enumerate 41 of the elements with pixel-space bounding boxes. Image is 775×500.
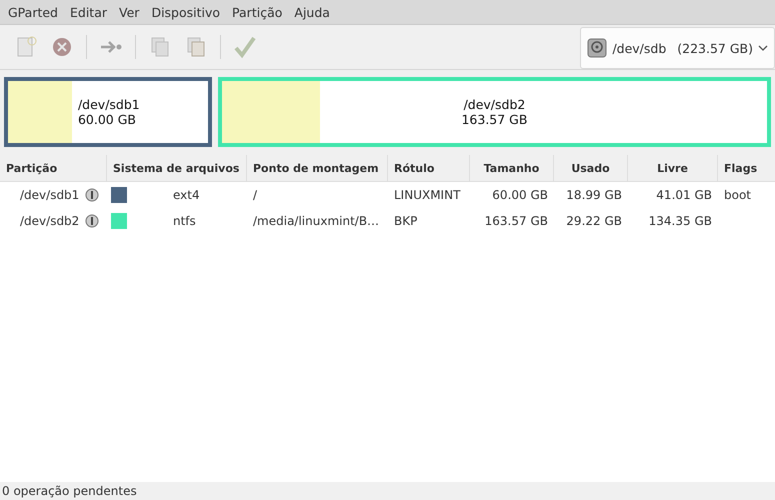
table-cell-text: /media/linuxmint/B…: [252, 214, 380, 228]
lock-icon: [85, 214, 100, 228]
partition-block[interactable]: /dev/sdb2 163.57 GB: [218, 77, 771, 147]
delete-icon: [50, 35, 74, 59]
column-header[interactable]: Ponto de montagem: [247, 155, 388, 181]
partition-name: /dev/sdb2: [464, 97, 526, 112]
caret-icon: [758, 44, 768, 52]
table-cell: boot: [724, 188, 752, 202]
menu-item[interactable]: GParted: [2, 4, 64, 20]
partition-size: 163.57 GB: [461, 112, 528, 127]
menu-item[interactable]: Ver: [113, 4, 146, 20]
partition-size: 60.00 GB: [78, 112, 137, 127]
table-cell-text: /: [252, 188, 258, 202]
table-cell-text: 18.99 GB: [565, 188, 623, 202]
menu-item[interactable]: Partição: [226, 4, 288, 20]
partition-name: /dev/sdb1: [78, 97, 141, 112]
checkmark-icon: [233, 35, 257, 59]
column-header[interactable]: Sistema de arquivos: [107, 155, 247, 181]
lock-icon: [85, 188, 100, 202]
column-header[interactable]: Usado: [554, 155, 628, 181]
table-cell: /dev/sdb2: [20, 214, 80, 228]
column-header[interactable]: Flags: [718, 155, 775, 181]
menu-item[interactable]: Dispositivo: [145, 4, 226, 20]
table-cell: /dev/sdb1: [20, 188, 80, 202]
device-selector[interactable]: /dev/sdb (223.57 GB): [580, 27, 775, 69]
column-header[interactable]: Partição: [0, 155, 107, 181]
table-cell-text: 134.35 GB: [648, 214, 713, 228]
table-cell: ntfs: [173, 214, 196, 228]
menu-item[interactable]: Ajuda: [288, 4, 336, 20]
menu-item[interactable]: Editar: [64, 4, 114, 20]
table-cell-text: 60.00 GB: [491, 188, 549, 202]
column-header[interactable]: Livre: [628, 155, 718, 181]
column-header[interactable]: Rótulo: [388, 155, 470, 181]
table-cell-text: 29.22 GB: [565, 214, 623, 228]
partition-block[interactable]: /dev/sdb1 60.00 GB: [4, 77, 212, 147]
table-cell-text: LINUXMINT: [393, 188, 462, 202]
table-cell-text: 163.57 GB: [484, 214, 549, 228]
table-cell-text: 41.01 GB: [655, 188, 713, 202]
table-cell-text: BKP: [393, 214, 418, 228]
table-cell: ext4: [173, 188, 200, 202]
column-header[interactable]: Tamanho: [470, 155, 554, 181]
